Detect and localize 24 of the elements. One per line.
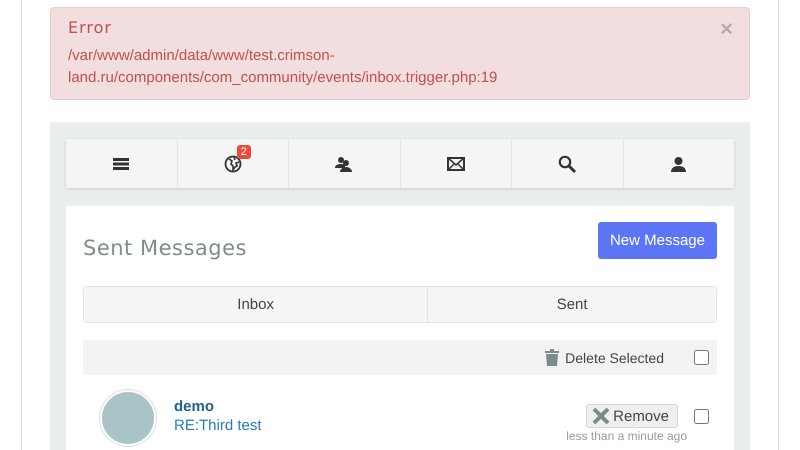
user-icon: [671, 156, 686, 172]
trash-icon: [545, 349, 560, 366]
alert-message: /var/www/admin/data/www/test.crimson-land.ru/components/com_community/events/inbox.trigger.php:19: [68, 46, 498, 88]
mail-icon: [446, 156, 465, 170]
new-message-button[interactable]: New Message: [598, 222, 717, 259]
subject-link[interactable]: RE:Third test: [174, 417, 262, 434]
tab[interactable]: Sent: [428, 287, 716, 322]
select-all-checkbox[interactable]: [694, 350, 709, 365]
menu-icon: [113, 158, 130, 170]
message-checkbox[interactable]: [694, 408, 709, 424]
alert-title: Error: [68, 18, 112, 37]
users-icon: [335, 156, 354, 172]
message-time: less than a minute ago: [566, 429, 687, 443]
cross-icon: [592, 407, 610, 425]
globe-icon: [224, 154, 242, 172]
search-icon: [558, 154, 576, 172]
sender-link[interactable]: demo: [174, 398, 214, 415]
avatar-placeholder: [100, 390, 156, 446]
delete-selected-link[interactable]: Delete Selected: [565, 350, 664, 366]
notification-badge: 2: [236, 145, 251, 159]
remove-button[interactable]: Remove: [586, 404, 678, 428]
toolbar-button[interactable]: 2: [178, 139, 289, 188]
tab[interactable]: Inbox: [84, 287, 428, 322]
page-title: Sent Messages: [83, 236, 247, 260]
